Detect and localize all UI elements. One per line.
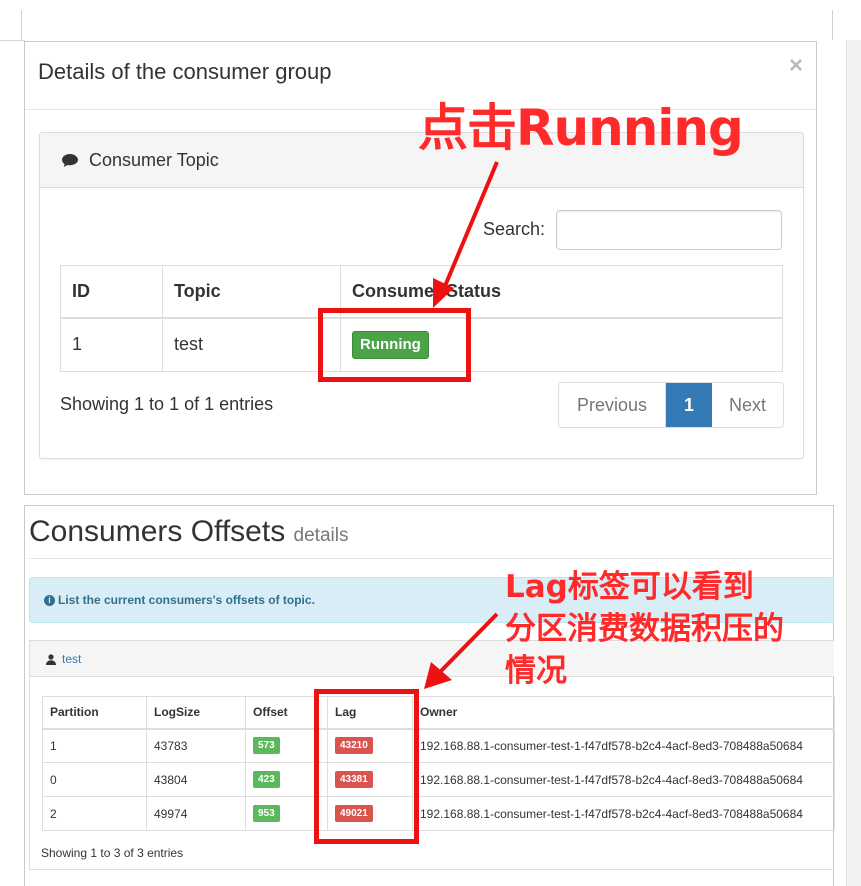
offsets-title-text: Consumers Offsets xyxy=(29,515,286,548)
title-divider xyxy=(29,558,834,559)
user-icon xyxy=(46,654,56,665)
annotation-lag: Lag标签可以看到 分区消费数据积压的 情况 xyxy=(505,566,825,692)
comment-icon xyxy=(62,154,78,167)
cell-logsize: 49974 xyxy=(146,796,246,831)
table-row: 1 43783 573 43210 192.168.88.1-consumer-… xyxy=(42,728,835,763)
page-divider xyxy=(0,40,25,41)
entries-info: Showing 1 to 3 of 3 entries xyxy=(41,846,184,860)
page-edge-right xyxy=(832,10,833,40)
cell-logsize: 43783 xyxy=(146,728,246,763)
cell-owner: 192.168.88.1-consumer-test-1-f47df578-b2… xyxy=(412,762,835,797)
column-header-topic[interactable]: Topic xyxy=(162,265,341,319)
consumers-offsets-section: Consumers Offsets details i List the cur… xyxy=(24,505,835,886)
cell-topic: test xyxy=(162,317,341,372)
cell-logsize: 43804 xyxy=(146,762,246,797)
info-text: List the current consumers's offsets of … xyxy=(58,593,315,607)
annotation-lag-line: 情况 xyxy=(505,653,567,689)
info-circle-icon: i xyxy=(44,595,55,606)
next-page-button[interactable]: Next xyxy=(712,383,783,427)
table-row: 0 43804 423 43381 192.168.88.1-consumer-… xyxy=(42,762,835,797)
previous-page-button[interactable]: Previous xyxy=(559,383,666,427)
page-edge-left xyxy=(21,10,22,40)
cell-partition: 0 xyxy=(42,762,147,797)
table-header-row: Partition LogSize Offset Lag Owner xyxy=(42,696,835,730)
pagination: Previous 1 Next xyxy=(558,382,784,428)
offset-badge: 953 xyxy=(253,805,280,822)
panel-title: Consumer Topic xyxy=(89,150,219,170)
cell-owner: 192.168.88.1-consumer-test-1-f47df578-b2… xyxy=(412,728,835,763)
offsets-title: Consumers Offsets details xyxy=(29,515,348,549)
offset-badge: 573 xyxy=(253,737,280,755)
search-label: Search: xyxy=(483,219,546,239)
cell-id: 1 xyxy=(60,317,163,372)
scrollbar[interactable] xyxy=(846,40,861,886)
offset-badge: 423 xyxy=(253,771,280,788)
cell-owner: 192.168.88.1-consumer-test-1-f47df578-b2… xyxy=(412,796,835,831)
highlight-box-lag xyxy=(314,689,419,844)
cell-partition: 1 xyxy=(42,728,147,763)
table-row: 2 49974 953 49021 192.168.88.1-consumer-… xyxy=(42,796,835,831)
annotation-lag-line: 分区消费数据积压的 xyxy=(505,611,784,647)
modal-title: Details of the consumer group xyxy=(38,59,332,84)
offsets-subtitle: details xyxy=(293,525,349,546)
search-input[interactable] xyxy=(556,210,782,250)
offsets-table: Partition LogSize Offset Lag Owner 1 437… xyxy=(42,696,835,831)
column-header-partition[interactable]: Partition xyxy=(42,696,147,730)
annotation-lag-line: Lag标签可以看到 xyxy=(505,569,754,605)
column-header-logsize[interactable]: LogSize xyxy=(146,696,246,730)
column-header-id[interactable]: ID xyxy=(60,265,163,319)
close-icon[interactable]: × xyxy=(789,54,803,78)
highlight-box-running xyxy=(318,308,471,382)
page-1-button[interactable]: 1 xyxy=(666,383,712,427)
column-header-owner[interactable]: Owner xyxy=(412,696,835,730)
topic-link[interactable]: test xyxy=(62,652,81,666)
consumer-topic-panel: Consumer Topic Search: ID Topic Consumer… xyxy=(39,132,804,459)
entries-info: Showing 1 to 1 of 1 entries xyxy=(60,394,274,414)
annotation-click-running: 点击Running xyxy=(418,99,744,157)
cell-partition: 2 xyxy=(42,796,147,831)
